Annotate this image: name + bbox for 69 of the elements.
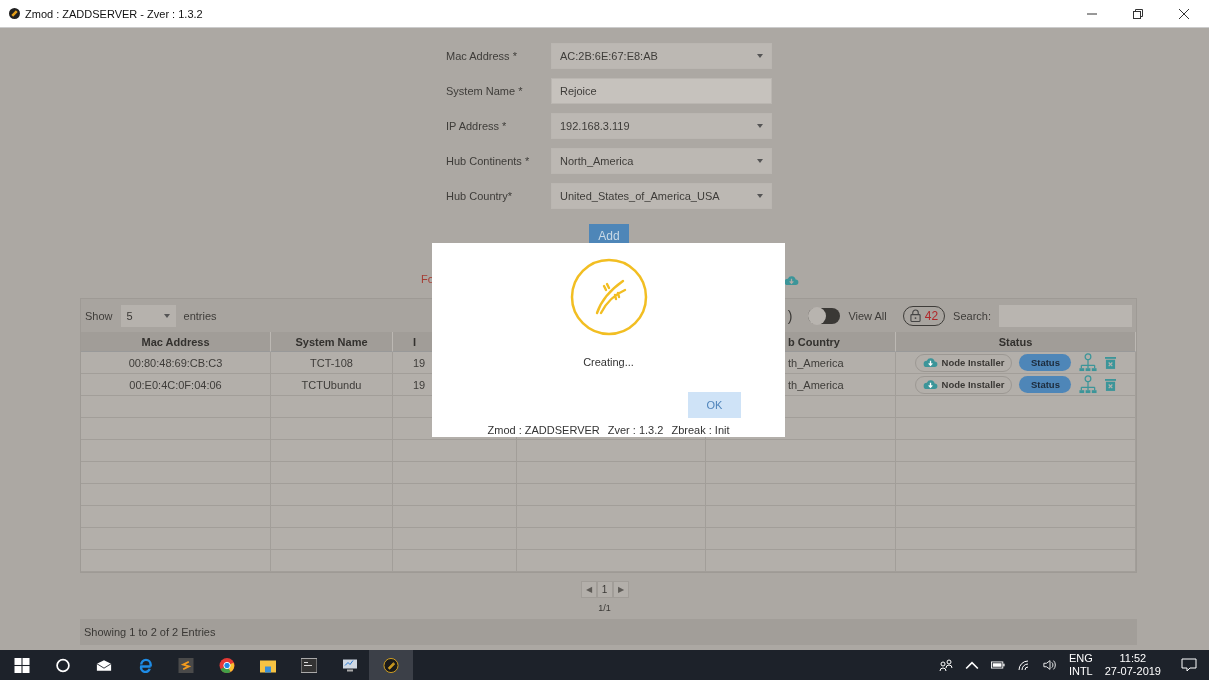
node-installer-button[interactable]: Node Installer (914, 353, 1013, 372)
chrome-ball-icon (219, 657, 235, 673)
input-field[interactable]: Rejoice (551, 78, 772, 104)
previous-page-button[interactable]: ◀ (580, 581, 597, 598)
speaker-icon[interactable] (1042, 659, 1057, 671)
battery-icon[interactable] (990, 659, 1005, 671)
keyboard-layout[interactable]: INTL (1068, 665, 1093, 678)
view-all-label: View All (848, 309, 887, 322)
table-cell: 19 (413, 356, 426, 369)
mail-icon (96, 657, 112, 673)
clock-date[interactable]: 27-07-2019 (1104, 665, 1161, 678)
browser-e-icon (137, 657, 153, 673)
status-button[interactable]: Status (1019, 354, 1072, 371)
field-label: IP Address * (446, 120, 508, 132)
dropdown-field[interactable]: North_America (551, 148, 772, 174)
dropdown-field[interactable]: AC:2B:6E:67:E8:AB (551, 43, 772, 69)
status-button[interactable]: Status (1019, 376, 1072, 393)
cloud-download-icon (922, 357, 938, 368)
monitor-icon (342, 657, 358, 673)
show-label: Show (85, 309, 113, 322)
start-icon (14, 657, 30, 673)
field-label: Mac Address * (446, 50, 518, 62)
chevron-up-icon[interactable] (964, 659, 979, 671)
column-header: Status (998, 335, 1033, 348)
zmod-logo-icon (383, 657, 399, 673)
view-all-toggle[interactable] (808, 307, 841, 324)
terminal-icon (301, 657, 317, 673)
wifi-icon[interactable] (1016, 659, 1031, 671)
people-icon[interactable] (938, 659, 953, 671)
close-icon[interactable] (1179, 8, 1189, 19)
search-label: Search: (953, 309, 991, 322)
restore-icon[interactable] (1133, 8, 1143, 19)
entries-summary: Showing 1 to 2 of 2 Entries (84, 626, 216, 638)
field-label: Hub Continents * (446, 155, 531, 167)
table-cell: TCTUbundu (301, 378, 362, 391)
table-cell: th_America (788, 356, 844, 369)
notifications-icon[interactable] (1181, 658, 1197, 672)
table-cell: 00:80:48:69:CB:C3 (128, 356, 223, 369)
search-circle-icon (55, 657, 71, 673)
column-header: Mac Address (141, 335, 210, 348)
field-label: Hub Country* (446, 190, 514, 202)
cloud-download-icon[interactable] (784, 275, 799, 286)
version-info: Zmod : ZADDSERVER (487, 424, 600, 436)
clock-time[interactable]: 11:52 (1119, 652, 1147, 665)
table-cell: 19 (413, 378, 426, 391)
version-info: Zver : 1.3.2 (607, 424, 664, 436)
cloud-download-icon (922, 379, 938, 390)
dialog-message: Creating... (583, 356, 634, 368)
editor-icon (178, 657, 194, 673)
field-label: System Name * (446, 85, 524, 97)
node-installer-button[interactable]: Node Installer (914, 375, 1013, 394)
toolbar-fragment: ) (787, 307, 793, 324)
column-header: b Country (788, 335, 840, 348)
dropdown-field[interactable]: 192.168.3.119 (551, 113, 772, 139)
lock-icon (909, 309, 921, 322)
zmod-logo-icon (568, 257, 649, 337)
table-cell: TCT-108 (310, 356, 353, 369)
column-header: System Name (295, 335, 368, 348)
version-info: Zbreak : Init (671, 424, 730, 436)
table-cell: th_America (788, 378, 844, 391)
page-summary: 1/1 (598, 603, 611, 613)
language-indicator[interactable]: ENG (1068, 652, 1093, 665)
app-logo-icon (9, 8, 20, 19)
window-title: Zmod : ZADDSERVER - Zver : 1.3.2 (25, 7, 203, 20)
page-size-dropdown[interactable]: 5 (120, 304, 176, 327)
entries-label: entries (183, 309, 217, 322)
column-header: I (413, 335, 417, 348)
dropdown-field[interactable]: United_States_of_America_USA (551, 183, 772, 209)
table-cell: 00:E0:4C:0F:04:06 (129, 378, 222, 391)
